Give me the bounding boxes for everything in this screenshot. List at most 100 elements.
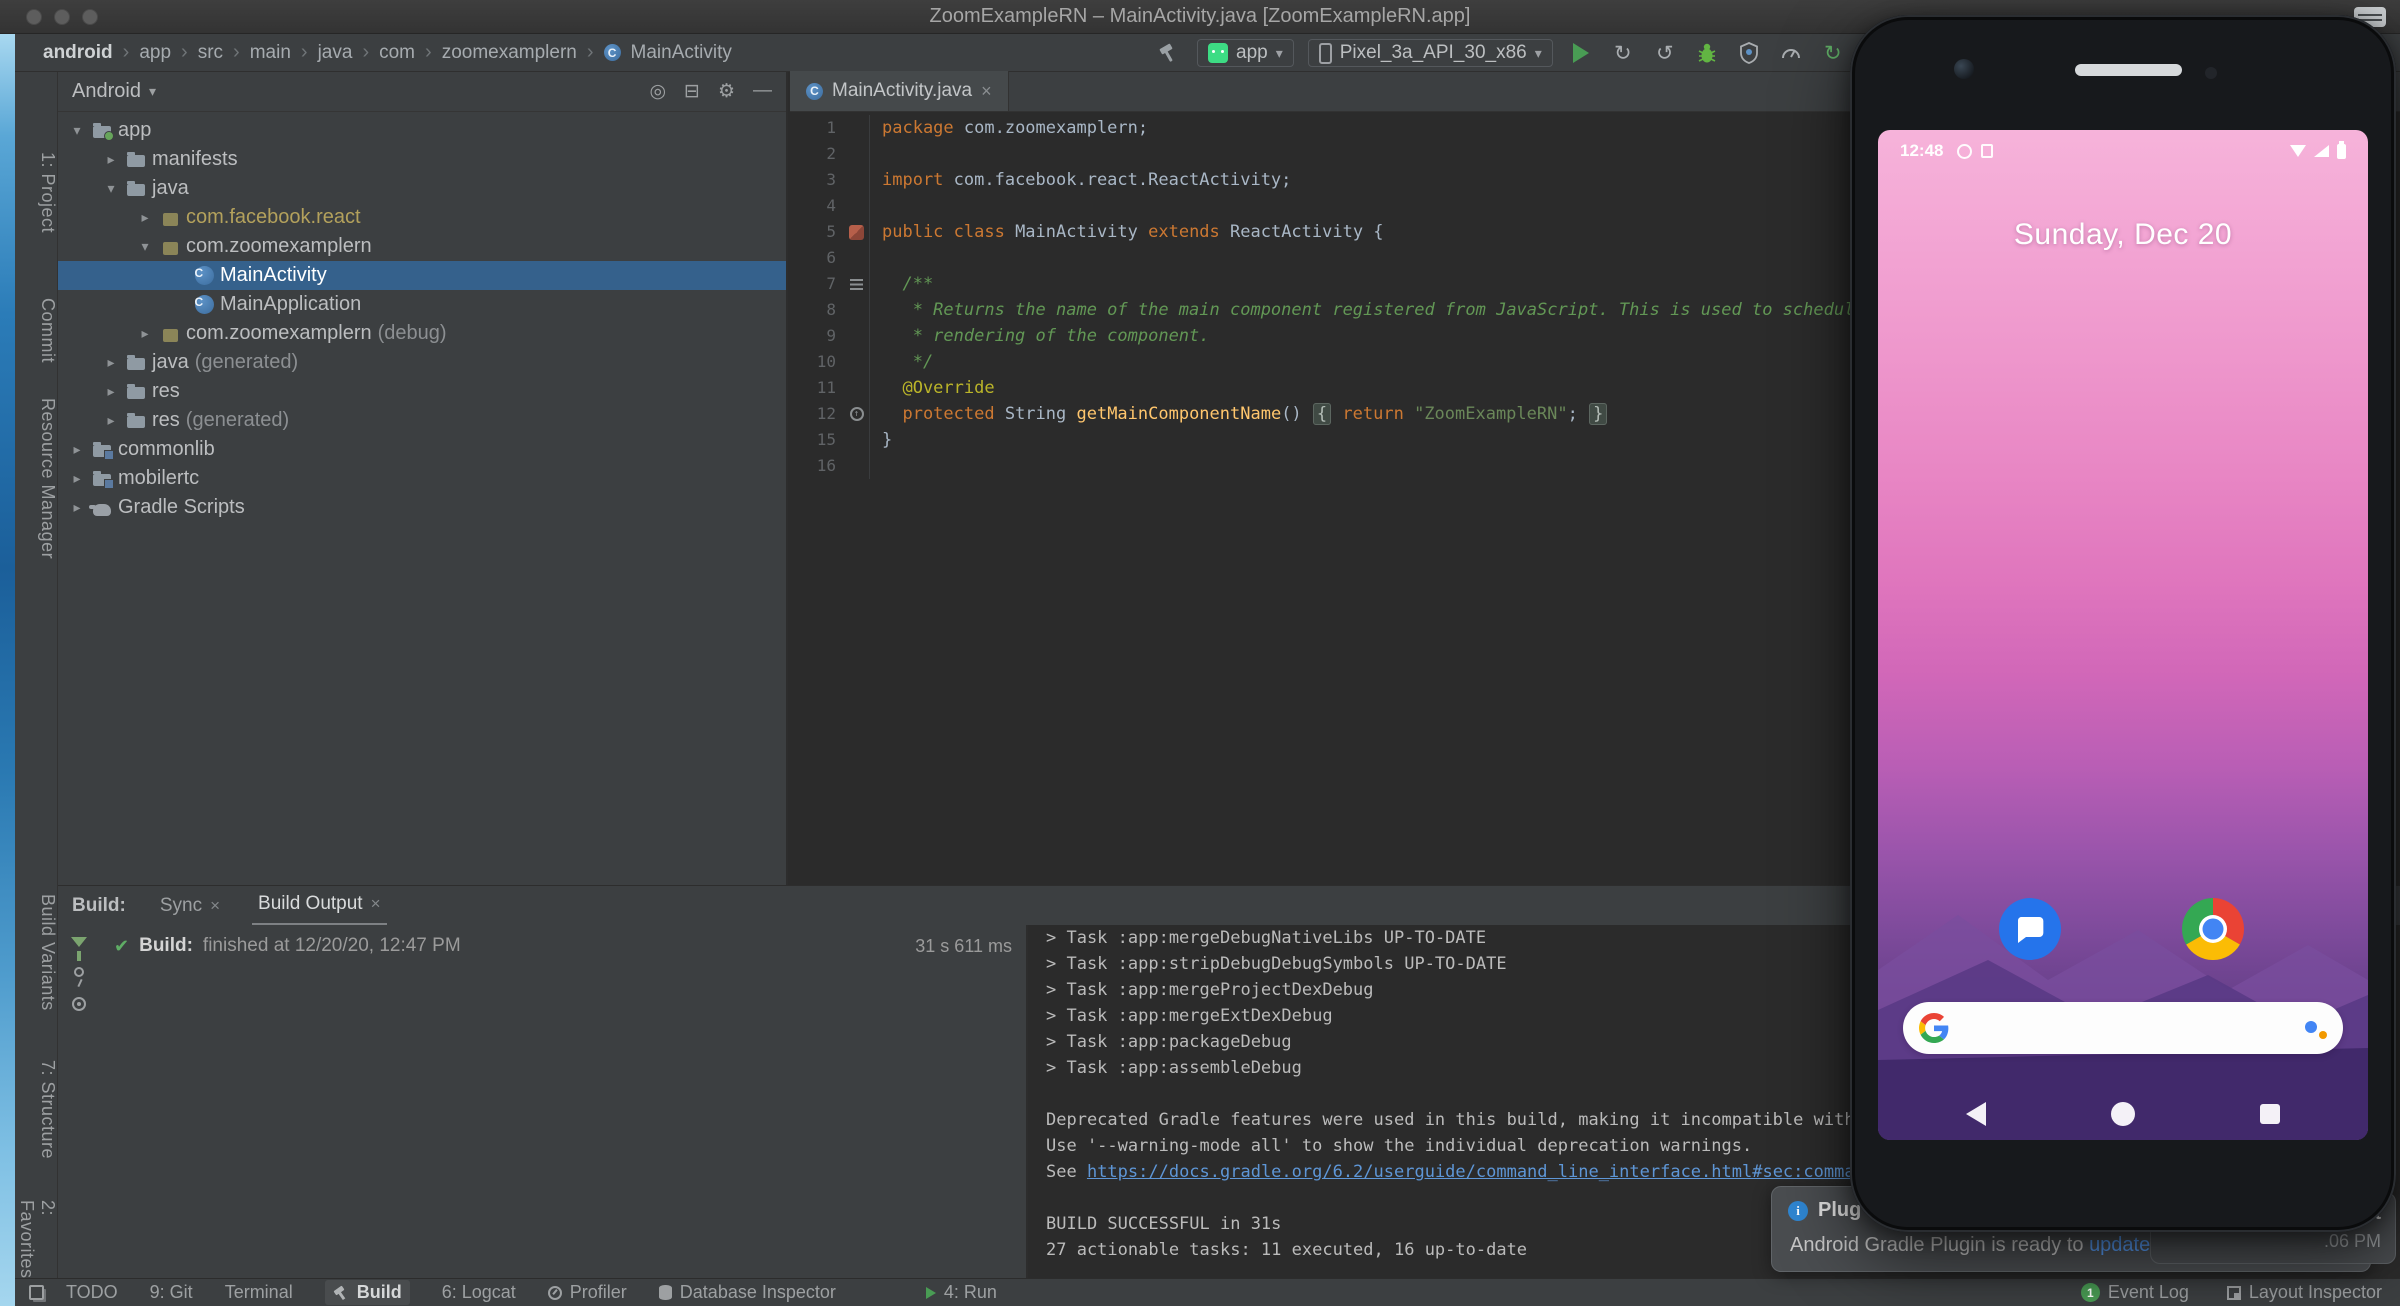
apply-code-changes-button[interactable]: ↺	[1651, 39, 1679, 67]
code-text: package com.zoomexamplern;	[882, 118, 1149, 138]
hide-panel-icon[interactable]: ―	[753, 80, 772, 103]
tree-arrow-icon[interactable]: ▸	[102, 354, 120, 371]
run-configuration-select[interactable]: app ▾	[1197, 39, 1294, 67]
statusbar-9-git[interactable]: 9: Git	[150, 1282, 193, 1303]
breadcrumb-item-com[interactable]: com	[379, 42, 415, 64]
project-view-selector[interactable]: Android	[72, 80, 141, 103]
tree-item-app[interactable]: ▾ app	[58, 116, 786, 145]
tree-item-mainapplication[interactable]: C MainApplication	[58, 290, 786, 319]
tree-item-com-zoomexamplern[interactable]: ▸ com.zoomexamplern (debug)	[58, 319, 786, 348]
statusbar-4-run[interactable]: 4: Run	[925, 1282, 997, 1303]
tree-arrow-icon[interactable]: ▸	[102, 151, 120, 168]
nav-back-button[interactable]	[1966, 1102, 1986, 1126]
attach-debugger-button[interactable]	[1735, 39, 1763, 67]
console-link[interactable]: https://docs.gradle.org/6.2/userguide/co…	[1087, 1162, 1855, 1182]
tree-arrow-icon[interactable]: ▸	[68, 499, 86, 516]
sidebar-item-build-variants[interactable]: Build Variants	[15, 894, 58, 1011]
close-tab-icon[interactable]: ×	[210, 896, 220, 916]
tree-item-res[interactable]: ▸ res	[58, 377, 786, 406]
activity-gutter-icon[interactable]	[849, 224, 864, 240]
tab-build-output[interactable]: Build Output ×	[252, 886, 387, 926]
tree-item-mobilertc[interactable]: ▸ mobilertc	[58, 464, 786, 493]
breadcrumb-item-java[interactable]: java	[318, 42, 353, 64]
sidebar-item-resource-manager[interactable]: Resource Manager	[15, 398, 58, 559]
signal-icon	[2314, 145, 2329, 157]
tree-arrow-icon[interactable]: ▾	[136, 238, 154, 255]
statusbar-6-logcat[interactable]: 6: Logcat	[442, 1282, 516, 1303]
breadcrumb-item-zoomexamplern[interactable]: zoomexamplern	[442, 42, 577, 64]
breadcrumb-item-src[interactable]: src	[198, 42, 223, 64]
filter-icon[interactable]	[71, 937, 87, 947]
statusbar-terminal[interactable]: Terminal	[225, 1282, 293, 1303]
override-gutter-icon[interactable]	[849, 407, 864, 421]
statusbar-todo[interactable]: TODO	[66, 1282, 118, 1303]
sidebar-item-project[interactable]: 1: Project	[15, 152, 58, 233]
breadcrumb-item-app[interactable]: app	[139, 42, 171, 64]
gear-icon[interactable]: ⚙	[718, 80, 735, 103]
breadcrumb-item-android[interactable]: android	[43, 42, 113, 64]
debug-button[interactable]	[1693, 39, 1721, 67]
tree-arrow-icon[interactable]: ▾	[102, 180, 120, 197]
statusbar-layout-inspector[interactable]: Layout Inspector	[2226, 1282, 2382, 1303]
assistant-dots-icon[interactable]	[2301, 1013, 2327, 1043]
doc-gutter-icon[interactable]	[850, 278, 863, 290]
update-link[interactable]: update	[2089, 1234, 2150, 1256]
statusbar-build[interactable]: Build	[324, 1280, 410, 1305]
tab-mainactivity[interactable]: C MainActivity.java ×	[790, 71, 1009, 111]
sidebar-item-structure[interactable]: 7: Structure	[15, 1060, 58, 1159]
tree-item-res[interactable]: ▸ res (generated)	[58, 406, 786, 435]
device-select[interactable]: Pixel_3a_API_30_x86 ▾	[1307, 39, 1553, 67]
chrome-app-icon[interactable]	[2181, 898, 2245, 961]
sidebar-item-commit[interactable]: Commit	[15, 298, 58, 363]
statusbar-database-inspector[interactable]: Database Inspector	[658, 1282, 836, 1303]
chevron-down-icon: ▾	[1275, 44, 1283, 61]
close-tab-icon[interactable]: ×	[981, 81, 992, 102]
profile-button[interactable]	[1777, 39, 1805, 67]
gutter-marker	[844, 349, 870, 375]
apply-changes-button[interactable]: ↻	[1609, 39, 1637, 67]
tree-arrow-icon[interactable]: ▸	[102, 412, 120, 429]
locate-icon[interactable]	[72, 997, 86, 1011]
tree-arrow-icon[interactable]: ▸	[68, 470, 86, 487]
tree-item-java[interactable]: ▾ java	[58, 174, 786, 203]
breadcrumb-item-mainactivity[interactable]: MainActivity	[631, 42, 732, 64]
tree-arrow-icon[interactable]: ▸	[68, 441, 86, 458]
google-search-bar[interactable]	[1903, 1002, 2343, 1054]
pin-icon[interactable]	[74, 967, 84, 977]
tree-item-gradle-scripts[interactable]: ▸ Gradle Scripts	[58, 493, 786, 522]
tree-item-com-facebook-react[interactable]: ▸ com.facebook.react	[58, 203, 786, 232]
collapse-all-icon[interactable]: ⊟	[684, 80, 700, 103]
run-button[interactable]	[1567, 39, 1595, 67]
build-hammer-icon[interactable]	[1155, 39, 1183, 67]
close-tab-icon[interactable]: ×	[371, 894, 381, 914]
breadcrumb-item-main[interactable]: main	[250, 42, 291, 64]
tree-item-java[interactable]: ▸ java (generated)	[58, 348, 786, 377]
sync-project-button[interactable]: ↻	[1819, 39, 1847, 67]
build-result-row[interactable]: ✔ Build: finished at 12/20/20, 12:47 PM …	[100, 925, 1026, 957]
messages-app-icon[interactable]	[1999, 898, 2061, 960]
tree-arrow-icon[interactable]: ▸	[136, 325, 154, 342]
tree-arrow-icon[interactable]: ▸	[102, 383, 120, 400]
tree-arrow-icon[interactable]: ▾	[68, 122, 86, 139]
tree-item-commonlib[interactable]: ▸ commonlib	[58, 435, 786, 464]
gutter-marker	[844, 167, 870, 193]
tree-item-label: com.zoomexamplern	[186, 322, 372, 344]
toolwindow-switcher-icon[interactable]	[29, 1285, 44, 1300]
emulator-screen[interactable]: 12:48 Sunday, Dec 20	[1878, 130, 2368, 1140]
debug-bug-icon	[1698, 43, 1716, 63]
tree-item-label: java	[152, 177, 189, 199]
tree-item-com-zoomexamplern[interactable]: ▾ com.zoomexamplern	[58, 232, 786, 261]
folder-icon	[126, 179, 146, 199]
statusbar-profiler[interactable]: Profiler	[547, 1282, 627, 1303]
code-text: * Returns the name of the main component…	[882, 300, 1865, 320]
locate-file-icon[interactable]: ◎	[649, 80, 666, 103]
nav-home-button[interactable]	[2111, 1102, 2135, 1126]
statusbar-event-log[interactable]: 1 Event Log	[2080, 1282, 2189, 1303]
tree-item-mainactivity[interactable]: C MainActivity	[58, 261, 786, 290]
tab-sync[interactable]: Sync ×	[154, 886, 226, 926]
tree-arrow-icon[interactable]: ▸	[136, 209, 154, 226]
sidebar-item-favorites[interactable]: 2: Favorites	[15, 1200, 58, 1279]
tree-item-label: com.facebook.react	[186, 206, 361, 228]
tree-item-manifests[interactable]: ▸ manifests	[58, 145, 786, 174]
nav-recents-button[interactable]	[2260, 1104, 2280, 1124]
